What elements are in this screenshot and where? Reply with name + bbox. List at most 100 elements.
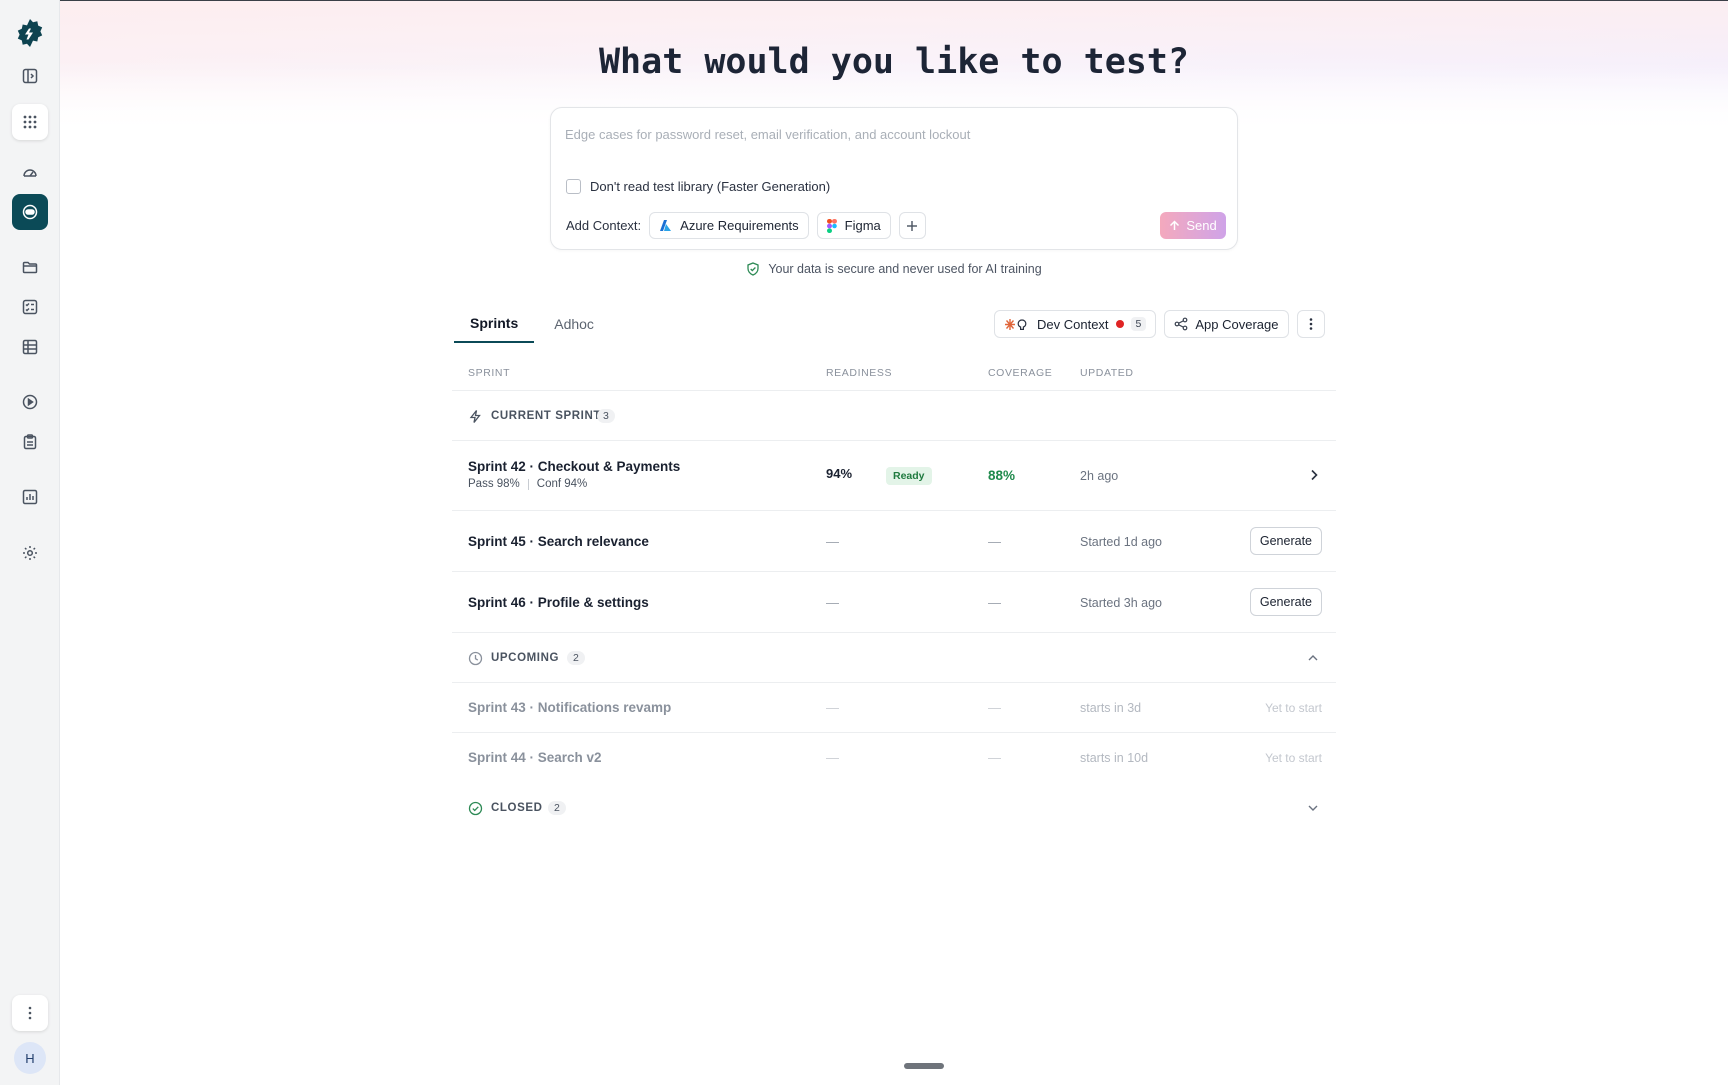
context-row: Add Context: Azure Requirements Figma [566, 212, 926, 239]
chevron-right-icon [1311, 469, 1318, 481]
clock-icon [468, 651, 483, 666]
more-vertical-icon [1309, 318, 1312, 330]
dev-context-button[interactable]: Dev Context 5 [994, 310, 1157, 338]
updated-value: starts in 3d [1080, 701, 1142, 715]
sprint-name: Sprint 43 · Notifications revamp [468, 700, 672, 715]
column-header-readiness: READINESS [826, 367, 893, 379]
table-icon[interactable] [12, 329, 48, 365]
context-chip-figma[interactable]: Figma [816, 212, 891, 239]
updated-value: 2h ago [1080, 469, 1119, 483]
toolbar: Dev Context 5 App Coverage [994, 310, 1325, 338]
chevron-up-icon[interactable] [1306, 651, 1320, 665]
updated-value: Started 3h ago [1080, 596, 1163, 610]
clipboard-icon[interactable] [12, 424, 48, 460]
group-label: CLOSED [491, 802, 543, 814]
metric-separator [527, 478, 529, 490]
pass-rate: Pass 98% [468, 478, 520, 490]
status-badge: Ready [886, 467, 932, 485]
open-row-button[interactable] [1306, 467, 1322, 488]
sprint-name: Sprint 42 · Checkout & Payments [468, 459, 681, 474]
send-label: Send [1186, 218, 1217, 233]
generate-button[interactable]: Generate [1249, 527, 1322, 555]
top-border [60, 0, 1728, 1]
main-area: What would you like to test? Don't read … [60, 0, 1728, 1085]
folder-icon[interactable] [12, 249, 48, 285]
play-icon[interactable] [12, 384, 48, 420]
prompt-box: Don't read test library (Faster Generati… [550, 107, 1238, 250]
status-text: Yet to start [1265, 751, 1322, 765]
page-title: What would you like to test? [598, 42, 1189, 82]
apps-grid-icon[interactable] [12, 104, 48, 140]
dev-context-label: Dev Context [1037, 316, 1109, 332]
send-button[interactable]: Send [1160, 212, 1226, 239]
group-label: CURRENT SPRINTS [491, 410, 610, 422]
skip-library-option[interactable]: Don't read test library (Faster Generati… [566, 179, 830, 194]
generate-button[interactable]: Generate [1249, 588, 1322, 616]
dashboard-icon[interactable] [12, 154, 48, 190]
column-header-coverage: COVERAGE [988, 367, 1053, 379]
tab-adhoc[interactable]: Adhoc [538, 305, 610, 343]
coverage-nodes-icon [1174, 317, 1188, 331]
sprint-name: Sprint 46 · Profile & settings [468, 595, 649, 610]
chevron-down-icon[interactable] [1306, 801, 1320, 815]
confidence: Conf 94% [536, 478, 588, 490]
prompt-input[interactable] [565, 120, 1225, 148]
group-count: 3 [597, 409, 615, 423]
sprint-metrics: Pass 98% Conf 94% [468, 478, 587, 490]
alert-dot [1115, 320, 1124, 328]
ai-agent-icon[interactable] [12, 194, 48, 230]
reports-icon[interactable] [12, 479, 48, 515]
table-header: SPRINT READINESS COVERAGE UPDATED [452, 357, 1336, 391]
readiness-value: — [826, 595, 839, 610]
resize-handle[interactable] [904, 1063, 944, 1069]
sidebar: H [0, 0, 60, 1085]
app-coverage-button[interactable]: App Coverage [1164, 310, 1289, 338]
table-row[interactable]: Sprint 43 · Notifications revamp — — sta… [452, 683, 1336, 733]
readiness-value: — [826, 534, 839, 549]
logo-gear-icon[interactable] [14, 17, 46, 49]
tab-sprints[interactable]: Sprints [454, 305, 535, 343]
table-row[interactable]: Sprint 42 · Checkout & Payments Pass 98%… [452, 441, 1336, 511]
more-options-button[interactable] [1296, 310, 1325, 338]
checklist-icon[interactable] [12, 289, 48, 325]
add-context-label: Add Context: [566, 218, 642, 233]
status-text: Yet to start [1265, 701, 1322, 715]
readiness-value: — [826, 750, 839, 765]
group-label: UPCOMING [491, 652, 560, 664]
coverage-value: 88% [988, 468, 1016, 483]
coverage-value: — [988, 534, 1001, 549]
coverage-value: — [988, 595, 1001, 610]
coverage-value: — [988, 700, 1001, 715]
context-chip-azure[interactable]: Azure Requirements [649, 212, 809, 239]
readiness-value: — [826, 700, 839, 715]
context-chip-figma-label: Figma [844, 218, 881, 233]
group-count: 2 [567, 651, 585, 665]
settings-icon[interactable] [12, 535, 48, 571]
readiness-value: 94% [826, 466, 853, 481]
group-upcoming[interactable]: UPCOMING 2 [452, 633, 1336, 683]
lightning-icon [469, 410, 481, 423]
figma-icon [826, 218, 837, 233]
avatar[interactable]: H [14, 1042, 46, 1074]
skip-library-checkbox[interactable] [566, 179, 581, 194]
table-row[interactable]: Sprint 46 · Profile & settings — — Start… [452, 572, 1336, 633]
more-vertical-icon[interactable] [12, 995, 48, 1031]
table-row[interactable]: Sprint 45 · Search relevance — — Started… [452, 511, 1336, 572]
column-header-sprint: SPRINT [468, 367, 511, 379]
group-current-sprints[interactable]: CURRENT SPRINTS 3 [452, 391, 1336, 441]
security-note-text: Your data is secure and never used for A… [768, 262, 1042, 276]
skip-library-label: Don't read test library (Faster Generati… [590, 179, 831, 194]
dev-context-count: 5 [1130, 317, 1147, 331]
tab-bar: Sprints Adhoc [454, 305, 610, 343]
table-row[interactable]: Sprint 44 · Search v2 — — starts in 10d … [452, 733, 1336, 783]
group-count: 2 [548, 801, 566, 815]
azure-icon [660, 220, 672, 231]
group-closed[interactable]: CLOSED 2 [452, 783, 1336, 833]
add-context-button[interactable] [898, 212, 926, 239]
shield-check-icon [747, 262, 759, 276]
updated-value: Started 1d ago [1080, 535, 1163, 549]
check-circle-icon [468, 801, 483, 816]
panel-toggle-icon[interactable] [12, 58, 48, 94]
coverage-value: — [988, 750, 1001, 765]
arrow-up-icon [1170, 220, 1180, 230]
